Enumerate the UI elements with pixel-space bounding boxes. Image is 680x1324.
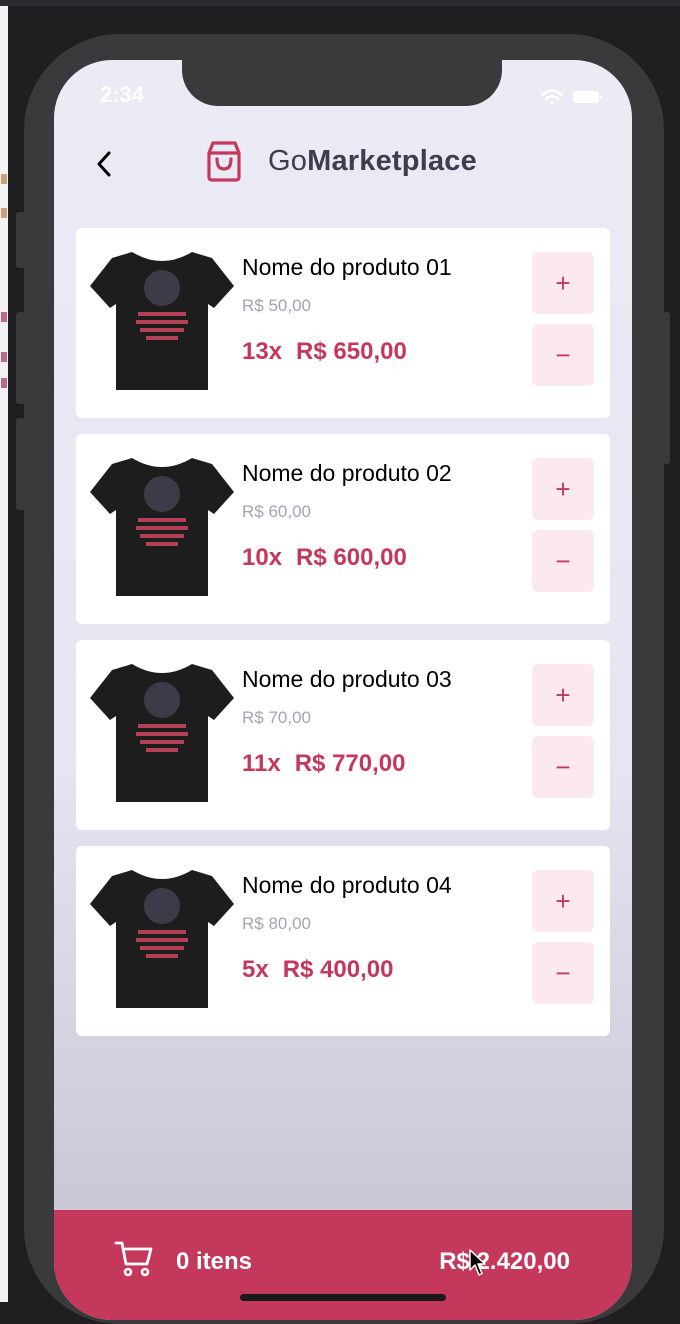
product-card: Nome do produto 01 R$ 50,00 13x R$ 650,0… (76, 228, 610, 418)
product-name: Nome do produto 02 (242, 460, 452, 486)
product-quantity: 11x (242, 750, 281, 777)
shopping-bag-icon (207, 141, 241, 182)
product-quantity: 13x (242, 338, 283, 365)
product-subtotal: R$ 600,00 (296, 544, 407, 571)
app-title-light: Go (268, 144, 308, 177)
decrement-button[interactable]: − (532, 736, 594, 798)
product-card: Nome do produto 02 R$ 60,00 10x R$ 600,0… (76, 434, 610, 624)
app-title-bold: Marketplace (307, 144, 477, 177)
product-total: 13x R$ 650,00 (242, 338, 407, 366)
product-unit-price: R$ 80,00 (242, 914, 311, 933)
status-icons (540, 88, 604, 106)
mouse-cursor-icon (469, 1249, 486, 1276)
back-button[interactable] (84, 144, 124, 184)
product-image (90, 664, 234, 802)
increment-button[interactable]: + (532, 870, 594, 932)
phone-notch (182, 60, 502, 106)
product-name: Nome do produto 01 (242, 254, 452, 280)
home-indicator (240, 1294, 446, 1301)
decrement-button[interactable]: − (532, 530, 594, 592)
product-total: 5x R$ 400,00 (242, 956, 393, 984)
phone-side-button (660, 312, 670, 464)
cart-total: R$ 2.420,00 (439, 1248, 570, 1275)
chevron-left-icon (97, 151, 111, 177)
battery-icon (573, 91, 602, 103)
status-time: 2:34 (100, 82, 145, 107)
cart-footer[interactable]: 0 itens R$ 2.420,00 (54, 1210, 632, 1320)
app-screen: 2:34 GoMarketplace Nome do produto 01 R$… (54, 60, 632, 1320)
product-name: Nome do produto 04 (242, 872, 452, 898)
host-window-strip (0, 0, 680, 6)
cart-item-count: 0 itens (176, 1248, 253, 1275)
product-quantity: 10x (242, 544, 283, 571)
increment-button[interactable]: + (532, 664, 594, 726)
product-image (90, 458, 234, 596)
product-unit-price: R$ 60,00 (242, 502, 311, 521)
product-list: Nome do produto 01 R$ 50,00 13x R$ 650,0… (76, 228, 610, 1052)
product-unit-price: R$ 50,00 (242, 296, 311, 315)
product-total: 11x R$ 770,00 (242, 750, 405, 778)
decrement-button[interactable]: − (532, 942, 594, 1004)
product-total: 10x R$ 600,00 (242, 544, 407, 572)
phone-side-button (16, 212, 26, 268)
product-card: Nome do produto 04 R$ 80,00 5x R$ 400,00… (76, 846, 610, 1036)
product-subtotal: R$ 650,00 (296, 338, 407, 365)
phone-side-button (16, 312, 26, 404)
product-unit-price: R$ 70,00 (242, 708, 311, 727)
product-name: Nome do produto 03 (242, 666, 452, 692)
increment-button[interactable]: + (532, 252, 594, 314)
decrement-button[interactable]: − (532, 324, 594, 386)
product-card: Nome do produto 03 R$ 70,00 11x R$ 770,0… (76, 640, 610, 830)
shopping-cart-icon (114, 1241, 153, 1277)
app-logo: GoMarketplace (204, 140, 477, 182)
product-quantity: 5x (242, 956, 269, 983)
host-window-edge (0, 6, 8, 1302)
product-image (90, 870, 234, 1008)
app-title: GoMarketplace (268, 145, 477, 178)
product-image (90, 252, 234, 390)
phone-side-button (16, 418, 26, 510)
product-subtotal: R$ 400,00 (282, 956, 394, 983)
product-subtotal: R$ 770,00 (294, 750, 406, 777)
increment-button[interactable]: + (532, 458, 594, 520)
wifi-icon (540, 89, 564, 105)
